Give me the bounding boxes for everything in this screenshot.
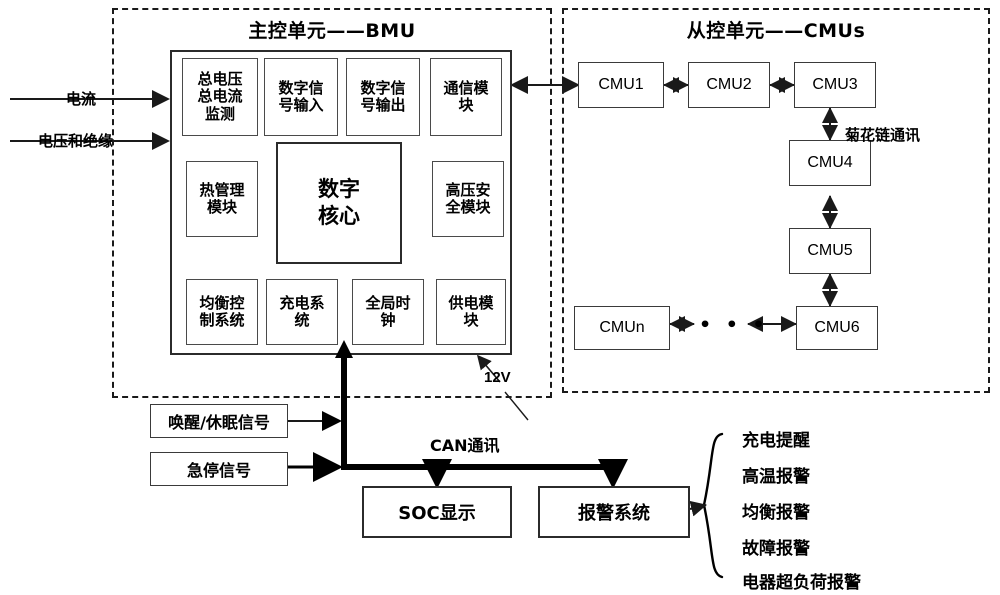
cmu-box-cmu4[interactable]: CMU4 (789, 140, 871, 186)
module-communication[interactable]: 通信模块 (430, 58, 502, 136)
bmu-region-title: 主控单元——BMU (248, 20, 416, 42)
module-balance-control-system[interactable]: 均衡控 制系统 (186, 279, 258, 345)
module-global-clock[interactable]: 全局时钟 (352, 279, 424, 345)
module-label: 总电压 总电流 监测 (197, 70, 243, 123)
module-digital-signal-output[interactable]: 数字信 号输出 (346, 58, 420, 136)
cmu-chain-ellipsis: • • • (699, 314, 769, 336)
alarm-item-1: 高温报警 (742, 467, 810, 487)
can-trunk-vertical (341, 348, 347, 470)
module-label: 充电系统 (279, 293, 325, 329)
module-label: 全局时钟 (365, 293, 411, 329)
cmu-label: CMU3 (812, 76, 858, 93)
signal-label: 唤醒/休眠信号 (168, 413, 270, 432)
cmu-label: CMU4 (807, 154, 853, 171)
output-box-alarm-system[interactable]: 报警系统 (538, 486, 690, 538)
cmu-box-cmu2[interactable]: CMU2 (688, 62, 770, 108)
cmu-label: CMU2 (706, 76, 752, 93)
diagram-canvas: 主控单元——BMU 从控单元——CMUs 电流 电压和绝缘 总电压 总电流 监测 数… (0, 0, 1000, 595)
alarm-item-4: 电器超负荷报警 (742, 573, 861, 593)
daisy-chain-label: 菊花链通讯 (845, 126, 921, 144)
module-digital-core[interactable]: 数字 核心 (276, 142, 402, 264)
cmu-box-cmu6[interactable]: CMU6 (796, 306, 878, 350)
cmu-label: CMU6 (814, 319, 860, 336)
module-total-voltage-current-monitor[interactable]: 总电压 总电流 监测 (182, 58, 258, 136)
module-digital-signal-input[interactable]: 数字信 号输入 (264, 58, 338, 136)
power-supply-12v-label: 12V (484, 369, 511, 386)
output-box-soc-display[interactable]: SOC显示 (362, 486, 512, 538)
signal-label: 急停信号 (186, 461, 251, 480)
cmu-box-cmu3[interactable]: CMU3 (794, 62, 876, 108)
alarm-item-0: 充电提醒 (742, 431, 810, 451)
module-label: 供电模块 (448, 293, 494, 329)
output-label: 报警系统 (578, 503, 650, 524)
output-label: SOC显示 (398, 503, 476, 524)
cmu-label: CMU5 (807, 242, 853, 259)
module-thermal-management[interactable]: 热管理 模块 (186, 161, 258, 237)
module-label: 热管理 模块 (199, 180, 245, 216)
cmu-box-cmun[interactable]: CMUn (574, 306, 670, 350)
cmu-box-cmu5[interactable]: CMU5 (789, 228, 871, 274)
module-high-voltage-safety[interactable]: 高压安 全模块 (432, 161, 504, 237)
module-label: 数字 核心 (318, 176, 360, 228)
module-label: 通信模块 (443, 78, 489, 114)
cmus-region-title: 从控单元——CMUs (686, 20, 866, 42)
signal-box-emergency-stop[interactable]: 急停信号 (150, 452, 288, 486)
module-charging-system[interactable]: 充电系统 (266, 279, 338, 345)
signal-box-wake-sleep[interactable]: 唤醒/休眠信号 (150, 404, 288, 438)
input-label-current: 电流 (66, 90, 97, 108)
can-bus-label: CAN通讯 (430, 436, 500, 455)
alarm-item-2: 均衡报警 (742, 503, 810, 523)
cmu-label: CMU1 (598, 76, 644, 93)
module-label: 高压安 全模块 (445, 180, 491, 216)
module-label: 数字信 号输出 (360, 78, 406, 114)
alarm-item-3: 故障报警 (742, 539, 810, 559)
module-label: 数字信 号输入 (278, 78, 324, 114)
cmu-box-cmu1[interactable]: CMU1 (578, 62, 664, 108)
cmu-label: CMUn (599, 319, 645, 336)
input-label-voltage-insulation: 电压和绝缘 (38, 132, 114, 150)
can-trunk-horizontal (341, 464, 616, 470)
module-label: 均衡控 制系统 (199, 293, 245, 329)
module-power-supply[interactable]: 供电模块 (436, 279, 506, 345)
